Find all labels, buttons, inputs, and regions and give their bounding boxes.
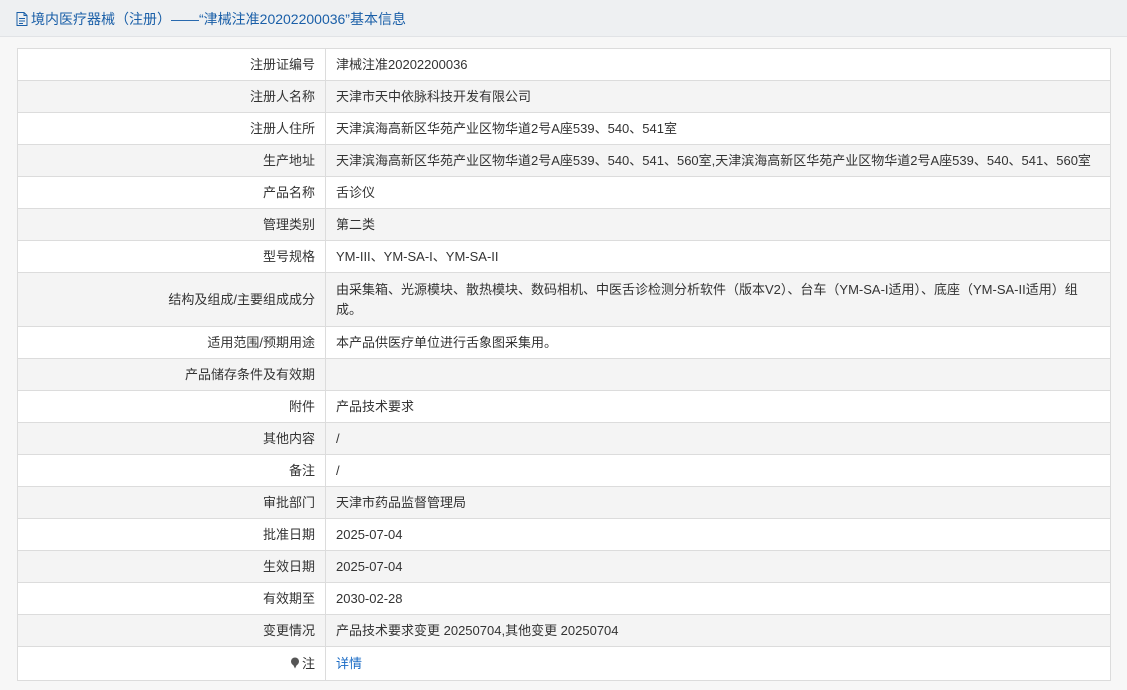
table-row: 批准日期 2025-07-04 [18,518,1110,551]
table-row: 其他内容 / [18,422,1110,455]
row-value: 2025-07-04 [325,550,1110,583]
note-value-cell: 详情 [325,646,1110,680]
row-label: 适用范围/预期用途 [18,326,326,359]
table-row: 生产地址 天津滨海高新区华苑产业区物华道2号A座539、540、541、560室,… [18,144,1110,177]
table-row: 有效期至 2030-02-28 [18,582,1110,615]
table-row: 变更情况 产品技术要求变更 20250704,其他变更 20250704 [18,614,1110,647]
table-row: 备注 / [18,454,1110,487]
row-value: 舌诊仪 [325,176,1110,209]
row-label: 注册证编号 [18,49,326,81]
row-label: 产品名称 [18,176,326,209]
row-label: 注册人名称 [18,80,326,113]
page-title: 境内医疗器械（注册）——“津械注准20202200036”基本信息 [31,11,406,27]
page-title-wrap: 境内医疗器械（注册）——“津械注准20202200036”基本信息 [16,9,406,29]
row-label: 产品储存条件及有效期 [18,358,326,391]
note-label-cell: 注 [18,646,326,680]
row-label: 附件 [18,390,326,423]
row-label: 其他内容 [18,422,326,455]
table-row: 附件 产品技术要求 [18,390,1110,423]
info-table: 注册证编号 津械注准20202200036 注册人名称 天津市天中依脉科技开发有限公司… [18,49,1110,680]
row-value: 本产品供医疗单位进行舌象图采集用。 [325,326,1110,359]
note-pin-icon [290,657,300,669]
row-value: 天津市天中依脉科技开发有限公司 [325,80,1110,113]
row-label: 批准日期 [18,518,326,551]
row-label: 有效期至 [18,582,326,615]
document-icon [16,12,28,26]
row-label: 型号规格 [18,240,326,273]
table-row: 结构及组成/主要组成成分 由采集箱、光源模块、散热模块、数码相机、中医舌诊检测分析… [18,272,1110,327]
table-row: 产品储存条件及有效期 [18,358,1110,391]
info-card: 注册证编号 津械注准20202200036 注册人名称 天津市天中依脉科技开发有限公司… [17,48,1111,681]
info-table-body: 注册证编号 津械注准20202200036 注册人名称 天津市天中依脉科技开发有限公司… [18,49,1110,680]
row-value: 天津滨海高新区华苑产业区物华道2号A座539、540、541室 [325,112,1110,145]
table-row: 适用范围/预期用途 本产品供医疗单位进行舌象图采集用。 [18,326,1110,359]
row-label: 审批部门 [18,486,326,519]
row-label: 备注 [18,454,326,487]
row-value: 由采集箱、光源模块、散热模块、数码相机、中医舌诊检测分析软件（版本V2）、台车（… [325,272,1110,327]
row-label: 结构及组成/主要组成成分 [18,272,326,327]
row-value [325,358,1110,391]
row-value: 2030-02-28 [325,582,1110,615]
page-header: 境内医疗器械（注册）——“津械注准20202200036”基本信息 [0,0,1127,37]
note-label: 注 [301,655,315,671]
table-row: 注册证编号 津械注准20202200036 [18,49,1110,81]
table-row: 生效日期 2025-07-04 [18,550,1110,583]
page-frame: 境内医疗器械（注册）——“津械注准20202200036”基本信息 注册证编号津… [0,0,1127,690]
row-label: 生产地址 [18,144,326,177]
row-label: 生效日期 [18,550,326,583]
table-row: 型号规格 YM-III、YM-SA-I、YM-SA-II [18,240,1110,273]
row-value: 2025-07-04 [325,518,1110,551]
row-value: 天津市药品监督管理局 [325,486,1110,519]
row-value: / [325,422,1110,455]
row-label: 管理类别 [18,208,326,241]
details-link[interactable]: 详情 [336,656,362,671]
row-value: 津械注准20202200036 [325,49,1110,81]
row-value: 第二类 [325,208,1110,241]
table-row-note: 注 详情 [18,646,1110,680]
table-row: 产品名称 舌诊仪 [18,176,1110,209]
row-value: 产品技术要求 [325,390,1110,423]
row-value: 天津滨海高新区华苑产业区物华道2号A座539、540、541、560室,天津滨海… [325,144,1110,177]
table-row: 审批部门 天津市药品监督管理局 [18,486,1110,519]
row-label: 变更情况 [18,614,326,647]
row-label: 注册人住所 [18,112,326,145]
row-value: YM-III、YM-SA-I、YM-SA-II [325,240,1110,273]
table-row: 管理类别 第二类 [18,208,1110,241]
row-value: 产品技术要求变更 20250704,其他变更 20250704 [325,614,1110,647]
table-row: 注册人住所 天津滨海高新区华苑产业区物华道2号A座539、540、541室 [18,112,1110,145]
row-value: / [325,454,1110,487]
table-row: 注册人名称 天津市天中依脉科技开发有限公司 [18,80,1110,113]
